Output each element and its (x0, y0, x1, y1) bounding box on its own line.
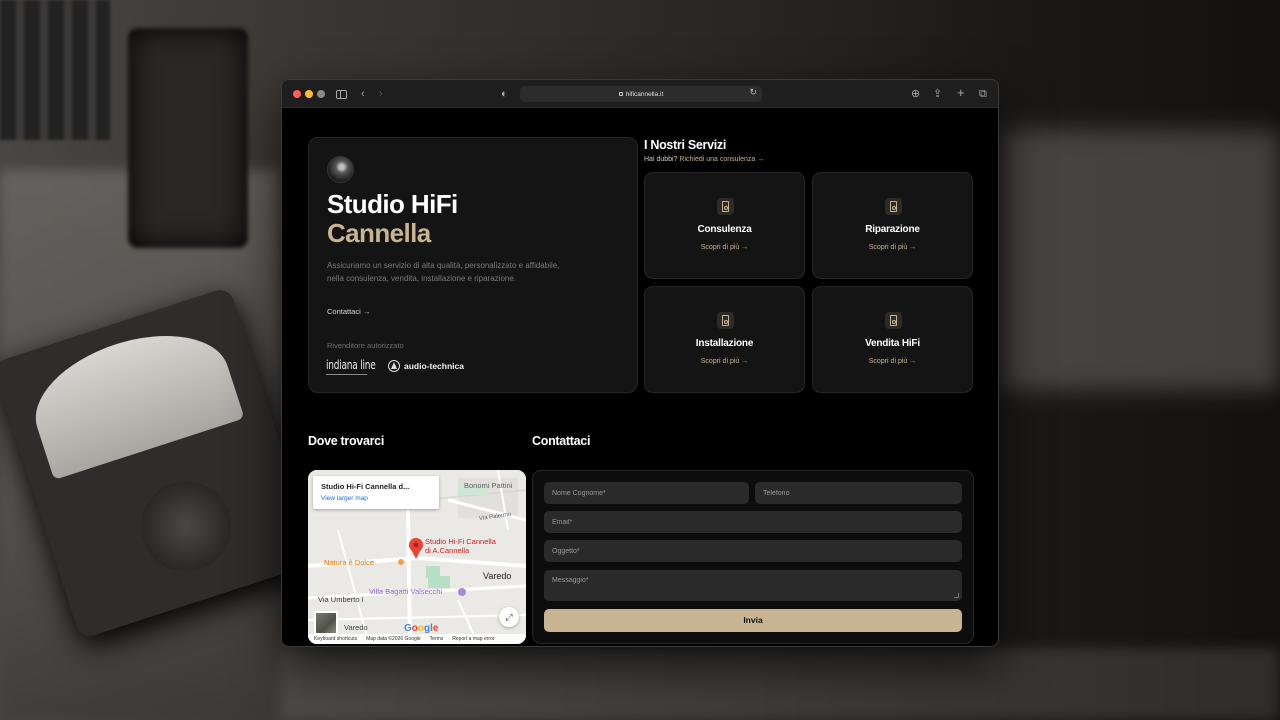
browser-toolbar: ‹ › ◐ hificannella.it ↻ ⊕ ⇪ + ⧉ (282, 80, 998, 108)
hero-description: Assicuriamo un servizio di alta qualità,… (327, 261, 560, 283)
privacy-shield-icon[interactable]: ◐ (501, 86, 508, 102)
map-label-natura: Natura è Dolce (324, 558, 375, 567)
service-name: Vendita HiFi (865, 338, 920, 349)
service-link[interactable]: Scopri di più → (813, 358, 972, 365)
map-data-attribution: Map data ©2026 Google (366, 636, 421, 642)
services-subtitle-prefix: Hai dubbi? (644, 156, 678, 163)
map-label-varedo-station: Varedo (344, 623, 368, 632)
map-pin-label-line2: di A.Cannella (425, 546, 470, 555)
message-field[interactable] (544, 570, 962, 601)
send-button[interactable]: Invia (544, 609, 962, 632)
contact-title: Contattaci (532, 434, 591, 448)
web-page: Studio HiFi Cannella Assicuriamo un serv… (282, 109, 998, 646)
map-place-title: Studio Hi-Fi Cannella d... (321, 482, 410, 491)
hero-card: Studio HiFi Cannella Assicuriamo un serv… (308, 137, 638, 393)
back-icon[interactable]: ‹ (361, 86, 365, 102)
background-bottom (280, 648, 1280, 720)
speaker-icon (885, 312, 902, 329)
service-name: Consulenza (697, 224, 752, 235)
google-logo: Google (404, 623, 438, 634)
map-label-via-umberto: Via Umberto I (318, 595, 364, 604)
consultation-request-link[interactable]: Richiedi una consulenza → (679, 156, 764, 163)
service-name: Installazione (695, 338, 754, 349)
lock-icon (618, 92, 623, 96)
service-card-vendita-hifi[interactable]: Vendita HiFi Scopri di più → (812, 286, 973, 393)
service-name: Riparazione (865, 224, 920, 235)
satellite-toggle[interactable] (314, 611, 338, 635)
phone-field[interactable] (755, 482, 962, 504)
multimeter-knob (129, 469, 243, 584)
keyboard-shortcuts-link[interactable]: Keyboard shortcuts (314, 636, 357, 642)
zoom-window-button[interactable] (317, 90, 325, 98)
service-card-installazione[interactable]: Installazione Scopri di più → (644, 286, 805, 393)
view-larger-map-link[interactable]: View larger map (321, 495, 431, 502)
speaker-icon (717, 198, 734, 215)
map-label-varedo: Varedo (483, 571, 512, 581)
subject-field[interactable] (544, 540, 962, 562)
services-title: I Nostri Servizi (644, 138, 727, 152)
browser-window: ‹ › ◐ hificannella.it ↻ ⊕ ⇪ + ⧉ Studio H… (281, 79, 999, 647)
background-tubes (0, 0, 110, 140)
avatar (327, 156, 354, 183)
services-subtitle: Hai dubbi? Richiedi una consulenza → (644, 156, 764, 163)
brand-logo-indiana-line: indiana line (326, 358, 376, 375)
service-link[interactable]: Scopri di più → (645, 244, 804, 251)
map-footer: Keyboard shortcuts Map data ©2026 Google… (308, 634, 526, 644)
background-right-panel (1000, 130, 1280, 390)
minimize-window-button[interactable] (305, 90, 313, 98)
contact-form: Invia (532, 470, 974, 644)
name-field[interactable] (544, 482, 749, 504)
hero-title: Studio HiFi Cannella (327, 190, 458, 248)
service-card-consulenza[interactable]: Consulenza Scopri di più → (644, 172, 805, 279)
reseller-label: Rivenditore autorizzato (327, 341, 404, 350)
map-pin-label-line1: Studio Hi-Fi Cannella (425, 537, 496, 546)
service-link[interactable]: Scopri di più → (813, 244, 972, 251)
email-field[interactable] (544, 511, 962, 533)
address-bar-url: hificannella.it (625, 90, 664, 98)
new-tab-icon[interactable]: + (957, 85, 965, 101)
brand-logo-audio-technica: audio-technica (388, 360, 464, 372)
forward-icon[interactable]: › (379, 86, 383, 102)
download-icon[interactable]: ⊕ (911, 86, 920, 102)
hero-contact-link[interactable]: Contattaci → (327, 307, 370, 316)
location-title: Dove trovarci (308, 434, 384, 448)
sidebar-toggle-icon[interactable] (336, 90, 347, 99)
address-bar[interactable]: hificannella.it ↻ (520, 86, 762, 102)
fullscreen-icon[interactable]: ⤢ (499, 607, 519, 627)
share-icon[interactable]: ⇪ (933, 86, 942, 102)
hero-title-line1: Studio HiFi (327, 189, 458, 219)
close-window-button[interactable] (293, 90, 301, 98)
google-logo-letter: e (432, 623, 439, 634)
terms-link[interactable]: Terms (430, 636, 444, 642)
speaker-icon (885, 198, 902, 215)
report-map-error-link[interactable]: Report a map error (452, 636, 494, 642)
google-map[interactable]: Studio Hi-Fi Cannella d... View larger m… (308, 470, 526, 644)
background-speaker (128, 28, 248, 248)
map-info-card: Studio Hi-Fi Cannella d... View larger m… (313, 476, 439, 509)
audio-technica-icon (388, 360, 400, 372)
hero-title-line2: Cannella (327, 218, 431, 248)
textarea-resize-handle[interactable] (954, 593, 959, 598)
tab-overview-icon[interactable]: ⧉ (979, 86, 987, 102)
service-link[interactable]: Scopri di più → (645, 358, 804, 365)
google-logo-letter: G (404, 623, 412, 634)
reload-icon[interactable]: ↻ (749, 87, 757, 98)
service-card-riparazione[interactable]: Riparazione Scopri di più → (812, 172, 973, 279)
map-label-bonomi: Bonomi Pattini (464, 481, 513, 490)
map-label-villa: Villa Bagatti Valsecchi (369, 587, 443, 596)
speaker-icon (717, 312, 734, 329)
brand-audio-technica-text: audio-technica (404, 361, 464, 371)
